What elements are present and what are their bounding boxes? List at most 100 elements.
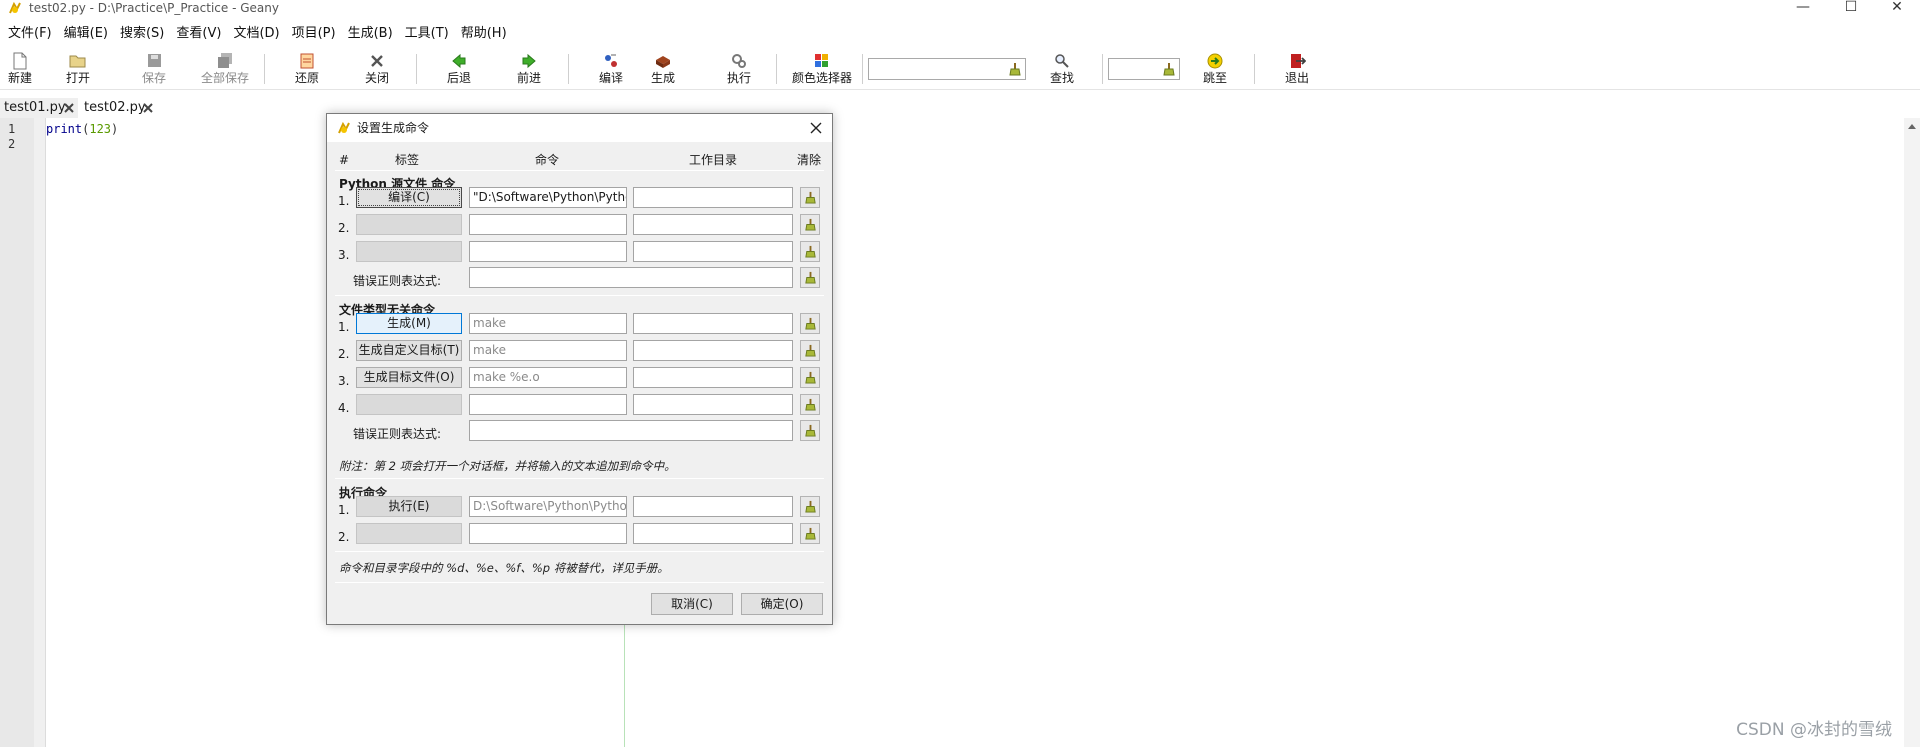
clear-button[interactable] xyxy=(800,394,820,415)
close-button[interactable]: 关闭 xyxy=(360,50,394,88)
vertical-scrollbar[interactable] xyxy=(1904,118,1920,747)
clear-button[interactable] xyxy=(800,496,820,517)
make-object-command-field[interactable]: make %e.o xyxy=(469,367,627,388)
independent-regex-field[interactable] xyxy=(469,420,793,441)
make-object-workdir-field[interactable] xyxy=(633,367,793,388)
row-number: 2. xyxy=(338,347,350,361)
tab-label: test02.py xyxy=(84,100,146,115)
python-row2-command-field[interactable] xyxy=(469,214,627,235)
save-button-label: 保存 xyxy=(141,71,166,85)
clear-button[interactable] xyxy=(800,367,820,388)
menu-view[interactable]: 查看(V) xyxy=(176,24,221,44)
clear-button[interactable] xyxy=(800,187,820,208)
maximize-button[interactable]: ☐ xyxy=(1828,0,1874,16)
make-object-label-button[interactable]: 生成目标文件(O) xyxy=(356,367,462,388)
tab-test02[interactable]: test02.py xyxy=(80,98,158,118)
ok-button[interactable]: 确定(O) xyxy=(741,593,823,615)
clear-button[interactable] xyxy=(800,313,820,334)
search-entry[interactable] xyxy=(868,58,1026,80)
exit-door-icon xyxy=(1291,54,1306,68)
open-button[interactable]: 打开 xyxy=(62,50,94,88)
minimize-button[interactable]: — xyxy=(1780,0,1826,16)
python-row3-workdir-field[interactable] xyxy=(633,241,793,262)
build-commands-dialog: 设置生成命令 # 标签 命令 工作目录 清除 Python 源文件 命令 1. … xyxy=(326,113,833,625)
clear-button[interactable] xyxy=(800,214,820,235)
execute-label-button[interactable]: 执行(E) xyxy=(356,496,462,517)
code-line[interactable]: print(123) xyxy=(46,122,118,136)
dialog-title: 设置生成命令 xyxy=(357,121,430,135)
goto-line-entry[interactable] xyxy=(1108,58,1180,80)
code-editor[interactable]: 1 2 print(123) CSDN @冰封的雪绒 xyxy=(0,118,1920,747)
save-all-button[interactable]: 全部保存 xyxy=(198,50,252,88)
save-button[interactable]: 保存 xyxy=(138,50,170,88)
goto-button[interactable]: 跳至 xyxy=(1198,50,1232,88)
compile-button[interactable]: 编译 xyxy=(594,50,628,88)
python-row2-workdir-field[interactable] xyxy=(633,214,793,235)
dialog-close-icon[interactable] xyxy=(808,120,824,136)
tab-close-icon[interactable] xyxy=(142,102,154,114)
tab-test01[interactable]: test01.py xyxy=(0,98,78,118)
execute-workdir-field[interactable] xyxy=(633,496,793,517)
header-workdir: 工作目录 xyxy=(689,153,738,167)
menu-help[interactable]: 帮助(H) xyxy=(461,24,507,44)
run-button-label: 执行 xyxy=(726,71,751,85)
make-custom-command-field[interactable]: make xyxy=(469,340,627,361)
python-compile-workdir-field[interactable] xyxy=(633,187,793,208)
revert-button[interactable]: 还原 xyxy=(290,50,324,88)
clear-button[interactable] xyxy=(800,241,820,262)
toolbar-separator xyxy=(1254,54,1255,84)
menu-edit[interactable]: 编辑(E) xyxy=(64,24,108,44)
menu-search[interactable]: 搜索(S) xyxy=(120,24,164,44)
folder-open-icon xyxy=(69,55,86,68)
toolbar-separator xyxy=(568,54,569,84)
find-button[interactable]: 查找 xyxy=(1046,50,1078,88)
python-row2-label-button[interactable] xyxy=(356,214,462,235)
row-number: 2. xyxy=(338,530,350,544)
forward-button[interactable]: 前进 xyxy=(512,50,546,88)
independent-row4-label-button[interactable] xyxy=(356,394,462,415)
execute-command-field[interactable]: D:\Software\Python\Python xyxy=(469,496,627,517)
build-button-label: 生成 xyxy=(650,71,675,85)
python-row3-label-button[interactable] xyxy=(356,241,462,262)
make-label-button[interactable]: 生成(M) xyxy=(356,313,462,334)
execute-row2-workdir-field[interactable] xyxy=(633,523,793,544)
new-button[interactable]: 新建 xyxy=(4,50,36,88)
broom-clear-icon[interactable] xyxy=(1162,62,1176,76)
build-button[interactable]: 生成 xyxy=(646,50,680,88)
tab-close-icon[interactable] xyxy=(63,102,75,114)
execute-row2-label-button[interactable] xyxy=(356,523,462,544)
broom-clear-icon[interactable] xyxy=(1008,62,1022,76)
color-chooser-button[interactable]: 颜色选择器 xyxy=(788,50,856,88)
dialog-titlebar: 设置生成命令 xyxy=(327,114,832,142)
python-compile-command-field[interactable]: "D:\Software\Python\Python xyxy=(469,187,627,208)
make-command-field[interactable]: make xyxy=(469,313,627,334)
window-titlebar: test02.py - D:\Practice\P_Practice - Gea… xyxy=(0,0,1920,16)
clear-button[interactable] xyxy=(800,523,820,544)
clear-button[interactable] xyxy=(800,267,820,288)
menu-project[interactable]: 项目(P) xyxy=(292,24,336,44)
make-workdir-field[interactable] xyxy=(633,313,793,334)
menu-build[interactable]: 生成(B) xyxy=(348,24,393,44)
independent-row4-workdir-field[interactable] xyxy=(633,394,793,415)
menu-file[interactable]: 文件(F) xyxy=(8,24,52,44)
clear-button[interactable] xyxy=(800,420,820,441)
scroll-up-arrow[interactable] xyxy=(1908,124,1916,129)
toolbar-separator xyxy=(1102,54,1103,84)
close-window-button[interactable]: ✕ xyxy=(1874,0,1920,16)
menu-document[interactable]: 文档(D) xyxy=(233,24,279,44)
make-custom-target-label-button[interactable]: 生成自定义目标(T) xyxy=(356,340,462,361)
python-compile-label-button[interactable]: 编译(C) xyxy=(356,187,462,208)
cancel-button[interactable]: 取消(C) xyxy=(651,593,733,615)
quit-button[interactable]: 退出 xyxy=(1280,50,1314,88)
make-custom-workdir-field[interactable] xyxy=(633,340,793,361)
python-row3-command-field[interactable] xyxy=(469,241,627,262)
clear-button[interactable] xyxy=(800,340,820,361)
run-button[interactable]: 执行 xyxy=(722,50,756,88)
broom-clear-icon xyxy=(805,218,816,231)
back-button[interactable]: 后退 xyxy=(442,50,476,88)
independent-row4-command-field[interactable] xyxy=(469,394,627,415)
broom-clear-icon xyxy=(805,245,816,258)
python-regex-field[interactable] xyxy=(469,267,793,288)
menu-tools[interactable]: 工具(T) xyxy=(405,24,449,44)
execute-row2-command-field[interactable] xyxy=(469,523,627,544)
